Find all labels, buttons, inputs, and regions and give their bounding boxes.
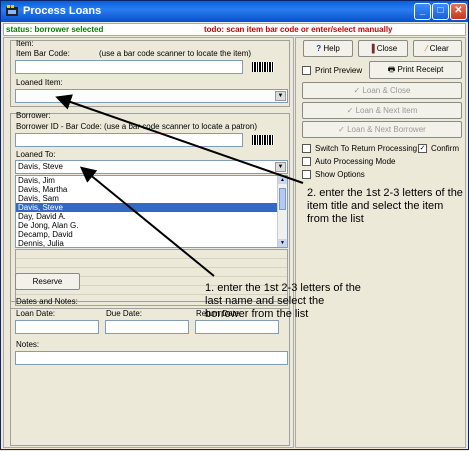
- item-barcode-label: Item Bar Code:: [16, 49, 70, 58]
- broom-icon: ⁄: [426, 44, 428, 53]
- minimize-button[interactable]: _: [414, 3, 431, 20]
- list-item[interactable]: Dennis, Julia: [16, 239, 287, 248]
- return-date-input[interactable]: [195, 320, 279, 334]
- clear-button[interactable]: ⁄ Clear: [413, 40, 462, 57]
- loan-next-borrower-button[interactable]: ✓ Loan & Next Borrower: [302, 121, 462, 138]
- check-icon: ✓: [346, 106, 354, 115]
- show-options-checkbox[interactable]: [302, 170, 311, 179]
- clear-label: Clear: [429, 44, 449, 53]
- loan-next-borrower-label: Loan & Next Borrower: [347, 125, 426, 134]
- print-preview-label: Print Preview: [315, 66, 363, 75]
- barcode-icon: [252, 62, 274, 72]
- notes-input[interactable]: [15, 351, 288, 365]
- chevron-down-icon[interactable]: ▼: [275, 162, 286, 172]
- loan-date-input[interactable]: [15, 320, 99, 334]
- chevron-down-icon[interactable]: ▼: [275, 91, 286, 101]
- title-bar[interactable]: Process Loans _ □ ✕: [1, 1, 468, 22]
- list-item[interactable]: Davis, Sam: [16, 194, 287, 203]
- print-receipt-label: Print Receipt: [397, 65, 444, 74]
- list-item[interactable]: Davis, Martha: [16, 185, 287, 194]
- loaned-item-label: Loaned Item:: [16, 78, 63, 87]
- loan-next-item-label: Loan & Next Item: [355, 106, 418, 115]
- loan-next-item-button[interactable]: ✓ Loan & Next Item: [302, 102, 462, 119]
- switch-return-label: Switch To Return Processing: [315, 144, 418, 153]
- confirm-checkbox[interactable]: ✓: [418, 144, 427, 153]
- barcode-icon: [252, 135, 274, 145]
- right-panel: ? Help ▐ Close ⁄ Clear Print Preview 🖶 P…: [295, 37, 466, 448]
- loaned-item-dropdown[interactable]: ▼: [15, 89, 288, 103]
- borrower-section-label: Borrower:: [16, 111, 51, 120]
- list-item[interactable]: De Jong, Alan G.: [16, 221, 287, 230]
- loan-close-button[interactable]: ✓ Loan & Close: [302, 82, 462, 99]
- confirm-label: Confirm: [431, 144, 460, 153]
- list-item-selected[interactable]: Davis, Steve: [16, 203, 287, 212]
- table-row: [16, 259, 287, 268]
- left-panel: Item: Item Bar Code: (use a bar code sca…: [3, 37, 294, 448]
- print-receipt-button[interactable]: 🖶 Print Receipt: [369, 61, 462, 79]
- status-text: status: borrower selected: [6, 25, 104, 34]
- status-bar: status: borrower selected todo: scan ite…: [3, 23, 466, 36]
- borrower-barcode-label: Borrower ID - Bar Code:: [16, 122, 102, 131]
- auto-processing-checkbox[interactable]: [302, 157, 311, 166]
- loan-close-label: Loan & Close: [362, 86, 411, 95]
- close-label: Close: [376, 44, 398, 53]
- item-section-label: Item:: [16, 39, 34, 48]
- scroll-up-icon[interactable]: ▲: [278, 176, 287, 184]
- reserve-button[interactable]: Reserve: [15, 273, 80, 290]
- auto-processing-label: Auto Processing Mode: [315, 157, 396, 166]
- list-scrollbar[interactable]: ▲ ▼: [277, 176, 287, 247]
- window-title: Process Loans: [23, 5, 102, 17]
- close-window-button[interactable]: ✕: [450, 3, 467, 20]
- list-item[interactable]: Day, David A.: [16, 212, 287, 221]
- switch-return-checkbox[interactable]: [302, 144, 311, 153]
- borrower-barcode-input[interactable]: [15, 133, 243, 147]
- due-date-input[interactable]: [105, 320, 189, 334]
- borrower-list[interactable]: Davis, Jim Davis, Martha Davis, Sam Davi…: [15, 175, 288, 248]
- scroll-down-icon[interactable]: ▼: [278, 239, 287, 247]
- check-icon: ✓: [338, 125, 345, 134]
- item-barcode-hint: (use a bar code scanner to locate the it…: [99, 49, 252, 58]
- list-item[interactable]: Decamp, David: [16, 230, 287, 239]
- table-row: [16, 250, 287, 259]
- film-icon: [6, 5, 18, 16]
- print-preview-checkbox[interactable]: [302, 66, 311, 75]
- item-barcode-input[interactable]: [15, 60, 243, 74]
- help-icon: ?: [316, 44, 322, 53]
- maximize-button[interactable]: □: [432, 3, 449, 20]
- loaned-to-label: Loaned To:: [16, 150, 56, 159]
- todo-text: todo: scan item bar code or enter/select…: [204, 25, 393, 34]
- process-loans-window: Process Loans _ □ ✕ status: borrower sel…: [0, 0, 469, 450]
- due-date-label: Due Date:: [106, 309, 143, 318]
- close-button[interactable]: ▐ Close: [358, 40, 408, 57]
- loan-date-label: Loan Date:: [16, 309, 56, 318]
- list-item[interactable]: Davis, Jim: [16, 176, 287, 185]
- help-button[interactable]: ? Help: [303, 40, 353, 57]
- borrower-barcode-hint: (use a bar code scanner to locate a patr…: [104, 122, 257, 131]
- annotation-note-1: 1. enter the 1st 2-3 letters of the last…: [205, 282, 361, 320]
- loaned-to-dropdown[interactable]: Davis, Steve ▼: [15, 160, 288, 174]
- loaned-to-value: Davis, Steve: [18, 162, 63, 171]
- check-icon: ✓: [353, 86, 361, 95]
- show-options-label: Show Options: [315, 170, 365, 179]
- dates-section-label: Dates and Notes:: [16, 297, 78, 306]
- annotation-note-2: 2. enter the 1st 2-3 letters of the item…: [307, 187, 463, 225]
- notes-label: Notes:: [16, 340, 40, 349]
- help-label: Help: [323, 44, 340, 53]
- scroll-thumb[interactable]: [279, 188, 286, 210]
- printer-icon: 🖶: [387, 65, 396, 74]
- door-icon: ▐: [368, 44, 375, 53]
